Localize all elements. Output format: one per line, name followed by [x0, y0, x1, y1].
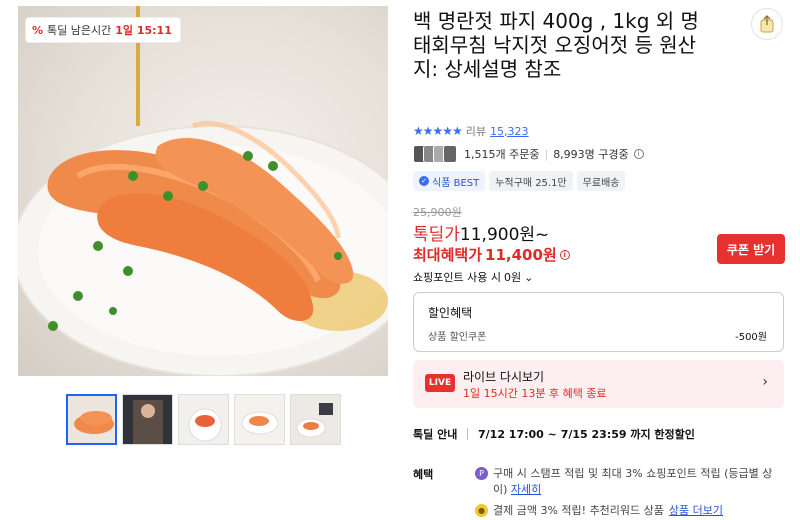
- points-label: 쇼핑포인트 사용 시: [413, 271, 501, 284]
- review-label: 리뷰: [465, 125, 487, 138]
- buyer-avatars: [413, 145, 457, 163]
- deal-price-value: 11,900원~: [459, 225, 550, 245]
- thumbnail-2[interactable]: [122, 394, 173, 445]
- tag-cumulative-purchase: 누적구매 25.1만: [489, 171, 573, 191]
- buyers-row: 1,515개 주문중 | 8,993명 구경중 i: [413, 145, 644, 163]
- thumbnail-5[interactable]: [290, 394, 341, 445]
- rating-row: ★★★★★ 리뷰 15,323: [413, 123, 529, 139]
- divider: |: [544, 147, 549, 161]
- pollack-roe-illustration: [18, 6, 388, 376]
- max-benefit-price: 최대혜택가 11,400원 i: [413, 244, 570, 265]
- more-products-link[interactable]: 상품 더보기: [669, 503, 723, 519]
- get-coupon-button[interactable]: 쿠폰 받기: [717, 234, 785, 264]
- info-icon[interactable]: i: [559, 249, 570, 260]
- tag-list: ✓ 식품 BEST 누적구매 25.1만 무료배송: [413, 171, 626, 191]
- discount-benefit-box: 할인혜택 상품 할인쿠폰 -500원: [413, 292, 784, 352]
- orders-count: 1,515개 주문중: [464, 148, 540, 161]
- shopping-points-dropdown[interactable]: 쇼핑포인트 사용 시 0원 ⌄: [413, 269, 533, 285]
- live-subtitle: 1일 15시간 13분 후 혜택 종료: [463, 387, 607, 400]
- time-left-label: 톡딜 남은시간: [47, 24, 112, 37]
- max-benefit-label: 최대혜택가: [413, 246, 483, 264]
- time-left-value: 1일 15:11: [115, 24, 172, 37]
- share-button[interactable]: [751, 8, 783, 40]
- deal-info-row: 톡딜 안내 7/12 17:00 ~ 7/15 23:59 까지 한정할인: [413, 426, 695, 442]
- star-rating-icon: ★★★★★: [413, 124, 463, 138]
- points-value: 0원: [503, 271, 522, 284]
- deal-info-value: 7/12 17:00 ~ 7/15 23:59 까지 한정할인: [478, 428, 695, 441]
- tag-label: 누적구매 25.1만: [495, 177, 567, 189]
- viewers-count: 8,993명 구경중: [553, 148, 629, 161]
- point-coin-icon: P: [475, 467, 488, 480]
- main-product-image[interactable]: % 톡딜 남은시간 1일 15:11: [18, 6, 388, 376]
- chevron-down-icon: ⌄: [524, 270, 534, 284]
- benefit-reward-text: 결제 금액 3% 적립! 추천리워드 상품: [493, 504, 664, 517]
- discount-row-label: 상품 할인쿠폰: [428, 332, 487, 343]
- deal-price: 톡딜가11,900원~: [413, 220, 549, 245]
- tag-label: 무료배송: [582, 177, 620, 189]
- deal-info-label: 톡딜 안내: [413, 428, 458, 441]
- discount-row-value: -500원: [735, 332, 767, 343]
- share-icon: [760, 15, 774, 33]
- details-link[interactable]: 자세히: [511, 483, 541, 496]
- percent-icon: %: [32, 23, 44, 37]
- time-left-badge: % 톡딜 남은시간 1일 15:11: [26, 18, 180, 42]
- benefit-stamp-row: P 구매 시 스탬프 적립 및 최대 3% 쇼핑포인트 적립 (등급별 상이) …: [475, 466, 775, 498]
- thumbnail-1[interactable]: [66, 394, 117, 445]
- live-title: 라이브 다시보기: [463, 370, 545, 384]
- live-replay-banner[interactable]: LIVE 라이브 다시보기 1일 15시간 13분 후 혜택 종료 ›: [413, 360, 784, 408]
- deal-price-label: 톡딜가: [413, 225, 460, 245]
- review-count-link[interactable]: 15,323: [490, 125, 529, 138]
- tag-free-shipping: 무료배송: [576, 171, 626, 191]
- benefit-reward-row: ● 결제 금액 3% 적립! 추천리워드 상품 상품 더보기: [475, 503, 723, 519]
- reward-coin-icon: ●: [475, 504, 488, 517]
- original-price: 25,900원: [413, 206, 462, 219]
- live-badge: LIVE: [425, 374, 455, 392]
- product-title: 백 명란젓 파지 400g , 1kg 외 명태회무침 낙지젓 오징어젓 등 원…: [413, 9, 699, 81]
- benefits-label: 혜택: [413, 468, 434, 481]
- thumbnail-strip: [66, 394, 341, 445]
- chevron-right-icon: ›: [762, 374, 768, 390]
- tag-label: 식품 BEST: [432, 177, 480, 189]
- best-badge-icon: ✓: [419, 176, 429, 186]
- benefit-stamp-text: 구매 시 스탬프 적립 및 최대 3% 쇼핑포인트 적립 (등급별 상이) 자세…: [493, 466, 775, 498]
- tag-food-best: ✓ 식품 BEST: [413, 171, 486, 191]
- thumbnail-4[interactable]: [234, 394, 285, 445]
- thumbnail-3[interactable]: [178, 394, 229, 445]
- max-benefit-value: 11,400원: [485, 246, 557, 264]
- info-icon[interactable]: i: [633, 149, 644, 159]
- divider: [467, 428, 468, 440]
- discount-heading: 할인혜택: [428, 306, 473, 320]
